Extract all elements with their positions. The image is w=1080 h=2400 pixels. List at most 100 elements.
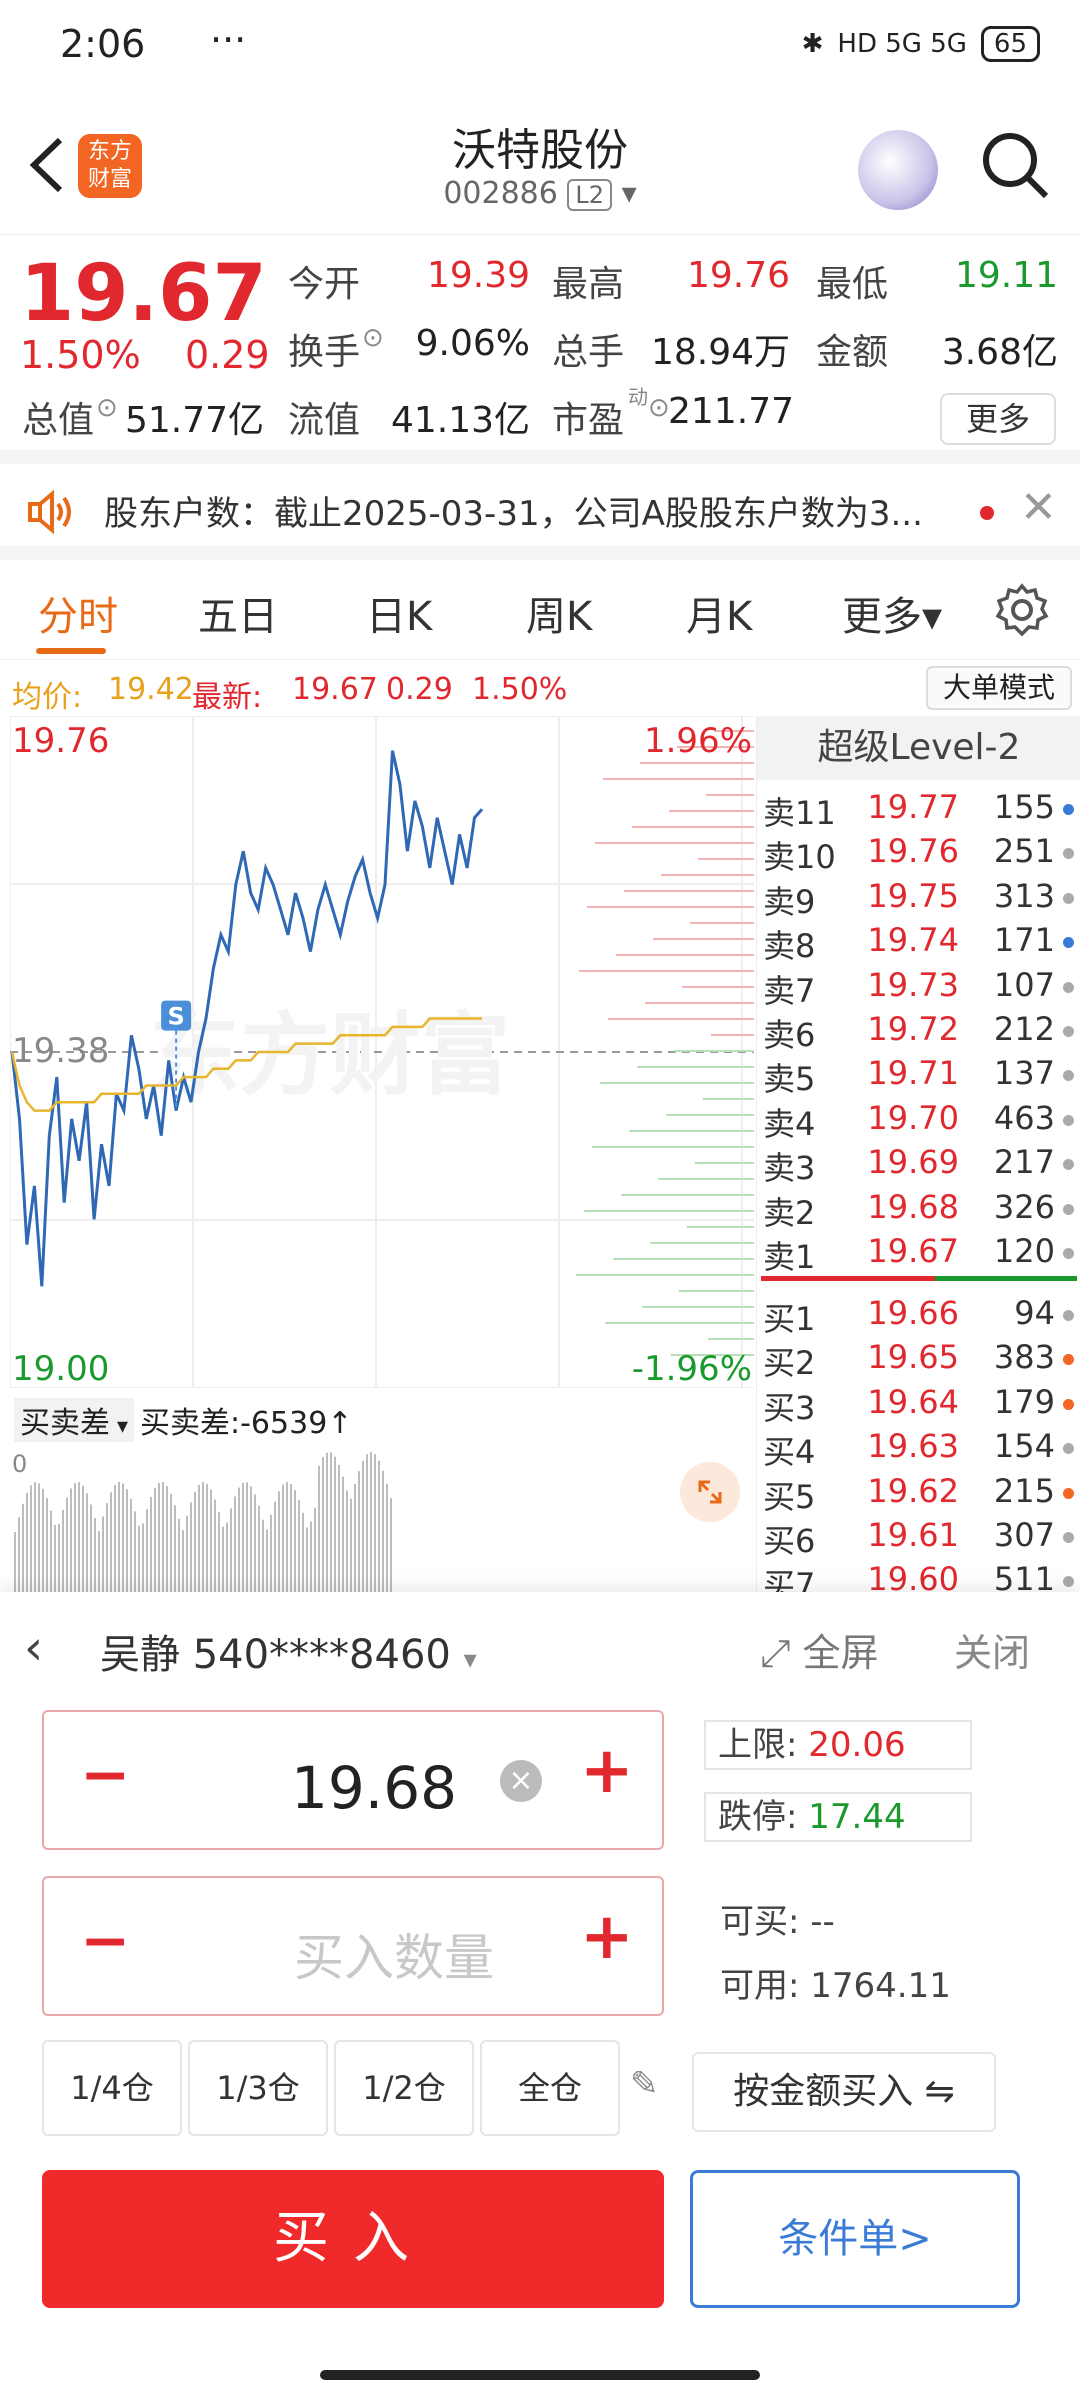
subchart-bar	[110, 1492, 112, 1592]
buy-button[interactable]: 买入	[42, 2170, 664, 2308]
buy-level-row[interactable]: 买7 19.60 511	[763, 1560, 1080, 1592]
conditional-order-button[interactable]: 条件单>	[690, 2170, 1020, 2308]
position-full-button[interactable]: 全仓	[480, 2040, 620, 2136]
sell-level-row[interactable]: 卖9 19.75 313	[763, 877, 1080, 922]
position-third-button[interactable]: 1/3仓	[188, 2040, 328, 2136]
buy-level-row[interactable]: 买3 19.64 179	[763, 1383, 1080, 1428]
quantity-decrease-button[interactable]: −	[80, 1906, 130, 1976]
notice-bar[interactable]: 股东户数：截止2025-03-31，公司A股股东户数为3... ✕	[0, 464, 1080, 560]
buy-level-row[interactable]: 买4 19.63 154	[763, 1427, 1080, 1472]
expand-icon[interactable]	[680, 1462, 740, 1522]
fullscreen-icon: ⤢	[760, 1631, 791, 1675]
assistant-robot-icon[interactable]	[858, 130, 938, 210]
notice-text[interactable]: 股东户数：截止2025-03-31，公司A股股东户数为3...	[104, 486, 984, 535]
info-icon[interactable]: ⊙	[362, 323, 384, 353]
price-increase-button[interactable]: +	[580, 1734, 634, 1808]
subchart-bar	[194, 1491, 196, 1592]
home-indicator[interactable]	[320, 2370, 760, 2380]
order-book-divider	[761, 1276, 1077, 1281]
quantity-increase-button[interactable]: +	[580, 1900, 634, 1974]
edit-icon[interactable]: ✎	[630, 2064, 659, 2104]
tab-more[interactable]: 更多▾	[842, 584, 942, 642]
upper-limit-box: 上限: 20.06	[704, 1720, 972, 1770]
indicator-selector-label: 买卖差	[20, 1406, 110, 1441]
search-icon[interactable]	[978, 128, 1052, 202]
buy-level-row[interactable]: 买6 19.61 307	[763, 1516, 1080, 1561]
depth-bar	[687, 1226, 754, 1228]
price-decrease-button[interactable]: −	[80, 1740, 130, 1810]
subchart-bar	[350, 1498, 352, 1592]
sell-level-row[interactable]: 卖6 19.72 212	[763, 1010, 1080, 1055]
level-label: 买2	[763, 1344, 816, 1383]
subchart-bar	[342, 1476, 344, 1592]
close-trade-button[interactable]: 关闭	[954, 1622, 1030, 1677]
subchart-bar	[386, 1483, 388, 1592]
sell-level-row[interactable]: 卖3 19.69 217	[763, 1143, 1080, 1188]
subchart-bar	[54, 1524, 56, 1592]
tab-intraday[interactable]: 分时	[38, 584, 118, 642]
order-book[interactable]: 超级Level-2 卖11 19.77 155 卖10 19.76 251 卖9 19.75 3…	[756, 716, 1080, 1592]
level-indicator-dot	[1063, 1114, 1074, 1126]
stat-value-float-cap: 41.13亿	[390, 400, 530, 441]
stat-label-open: 今开	[288, 264, 361, 305]
sell-level-row[interactable]: 卖4 19.70 463	[763, 1099, 1080, 1144]
chevron-down-icon: ▾	[621, 176, 637, 211]
gear-icon[interactable]	[994, 582, 1050, 638]
sell-level-row[interactable]: 卖7 19.73 107	[763, 966, 1080, 1011]
buy-by-amount-button[interactable]: 按金额买入 ⇋	[692, 2052, 996, 2132]
info-icon[interactable]: ⊙	[96, 393, 118, 423]
clear-icon[interactable]: ×	[500, 1760, 542, 1802]
buy-sell-diff-chart[interactable]: 0	[10, 1446, 754, 1592]
order-book-title[interactable]: 超级Level-2	[757, 716, 1080, 780]
y-axis-top-label: 19.76	[12, 721, 109, 761]
subchart-bar	[262, 1519, 264, 1592]
subchart-bar	[46, 1498, 48, 1592]
tab-daily-k[interactable]: 日K	[366, 584, 432, 642]
level-label: 卖9	[763, 882, 816, 921]
stat-label-turnover[interactable]: 换手	[288, 323, 360, 375]
sell-level-row[interactable]: 卖2 19.68 326	[763, 1188, 1080, 1233]
stat-label-total-cap[interactable]: 总值	[22, 391, 94, 443]
big-order-mode-button[interactable]: 大单模式	[926, 666, 1072, 710]
buy-level-row[interactable]: 买2 19.65 383	[763, 1338, 1080, 1383]
close-icon[interactable]: ✕	[1020, 482, 1057, 533]
position-half-button[interactable]: 1/2仓	[334, 2040, 474, 2136]
bluetooth-icon: ✱	[801, 29, 824, 59]
level-price: 19.70	[867, 1098, 959, 1137]
sell-level-row[interactable]: 卖1 19.67 120	[763, 1232, 1080, 1277]
price-input[interactable]: 19.68	[244, 1754, 504, 1822]
subchart-bar	[154, 1488, 156, 1592]
level-label: 卖5	[763, 1060, 816, 1099]
fullscreen-button[interactable]: ⤢ 全屏	[760, 1622, 879, 1677]
position-quarter-button[interactable]: 1/4仓	[42, 2040, 182, 2136]
chart-info-line: 均价: 19.42 最新: 19.67 0.29 1.50% 大单模式	[0, 664, 1080, 715]
indicator-selector[interactable]: 买卖差 ▾	[14, 1398, 135, 1442]
buy-level-row[interactable]: 买1 19.66 94	[763, 1294, 1080, 1339]
sell-level-row[interactable]: 卖8 19.74 171	[763, 921, 1080, 966]
level-label: 买7	[763, 1566, 816, 1592]
tab-weekly-k[interactable]: 周K	[526, 584, 592, 642]
level-price: 19.61	[867, 1516, 959, 1554]
sell-level-row[interactable]: 卖10 19.76 251	[763, 832, 1080, 877]
tab-five-day[interactable]: 五日	[198, 584, 278, 642]
tab-monthly-k[interactable]: 月K	[686, 584, 752, 642]
stat-label-pe[interactable]: 市盈	[552, 391, 624, 443]
subchart-bar	[298, 1500, 300, 1592]
status-dots: ···	[210, 18, 247, 62]
subchart-bar	[186, 1515, 188, 1592]
subchart-bar	[190, 1502, 192, 1592]
sell-level-row[interactable]: 卖5 19.71 137	[763, 1054, 1080, 1099]
subchart-bar	[370, 1452, 372, 1592]
quantity-input[interactable]: 买入数量	[224, 1918, 564, 1990]
subchart-bar	[250, 1486, 252, 1592]
chart-tabs: 分时 五日 日K 周K 月K 更多▾	[0, 560, 1080, 660]
sell-level-row[interactable]: 卖11 19.77 155	[763, 788, 1080, 833]
collapse-back-icon[interactable]: ‹	[24, 1620, 43, 1676]
account-selector[interactable]: 吴静 540****8460 ▾	[100, 1622, 477, 1680]
level-label: 卖8	[763, 927, 816, 966]
intraday-chart[interactable]: 东方财富 19.76 19.38 19.00 1.96% -1.96% S	[10, 716, 754, 1388]
more-stats-button[interactable]: 更多	[940, 393, 1056, 445]
buy-level-row[interactable]: 买5 19.62 215	[763, 1472, 1080, 1517]
subchart-bar	[238, 1487, 240, 1592]
depth-bar	[616, 954, 754, 956]
